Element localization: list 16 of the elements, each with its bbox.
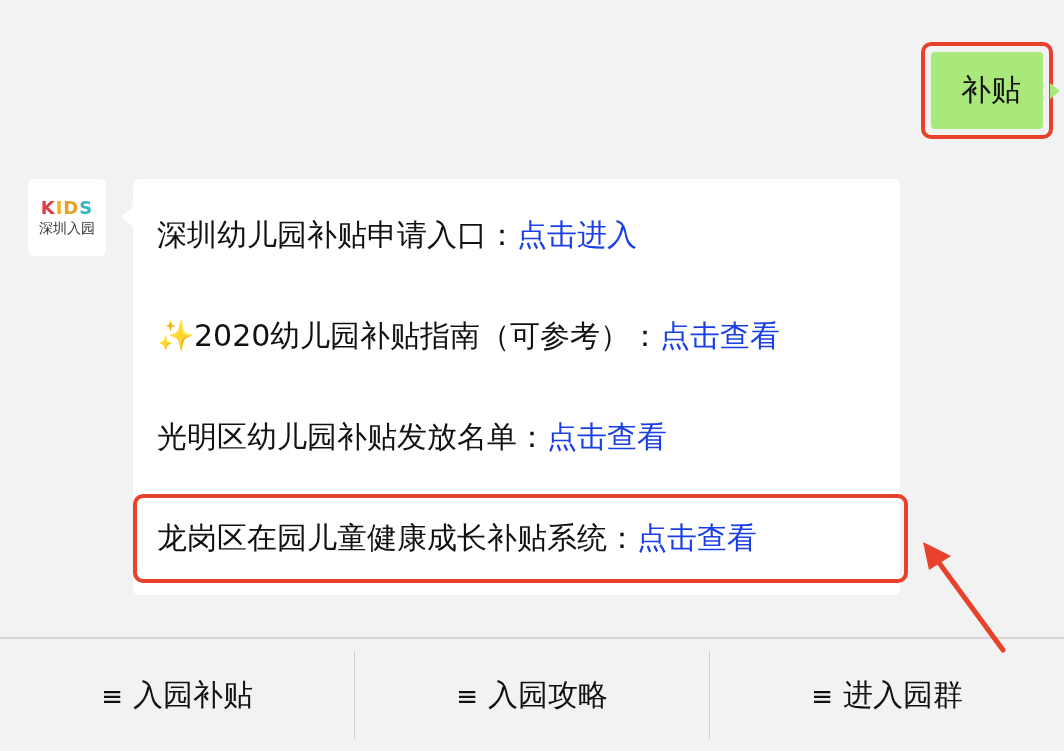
bubble-tail-icon [1050,82,1060,99]
menu-button[interactable]: ≡ 入园攻略 [355,639,709,751]
menu-button[interactable]: ≡ 入园补贴 [0,639,354,751]
message-text: 龙岗区在园儿童健康成长补贴系统： [157,520,637,555]
message-link[interactable]: 点击查看 [637,520,757,555]
message-link[interactable]: 点击查看 [547,419,667,454]
message-text: 光明区幼儿园补贴发放名单： [157,419,547,454]
message-link[interactable]: 点击进入 [517,217,637,252]
sent-message-bubble: 补贴 [931,52,1043,129]
avatar-logo-text: KIDS [40,197,94,218]
avatar-name-text: 深圳入园 [39,220,95,238]
message-link[interactable]: 点击查看 [660,318,781,353]
message-text: ✨2020幼儿园补贴指南（可参考）： [157,318,661,353]
message-text: 深圳幼儿园补贴申请入口： [157,217,517,252]
menu-button[interactable]: ≡ 进入园群 [710,639,1064,751]
avatar[interactable]: KIDS 深圳入园 [28,179,106,256]
